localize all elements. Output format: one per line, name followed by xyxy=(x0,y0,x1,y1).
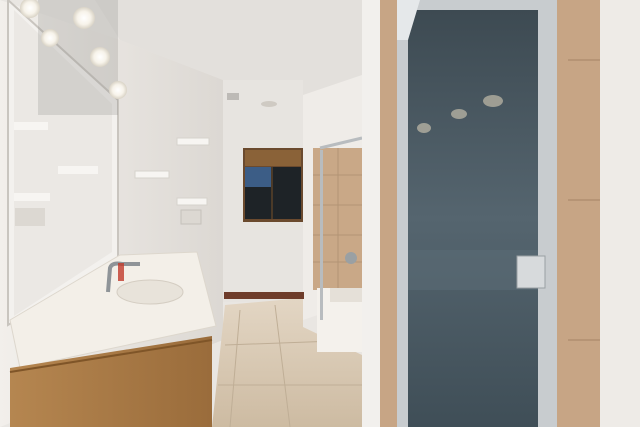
shower-door-handle xyxy=(516,255,546,289)
bathroom-illustration xyxy=(0,0,640,427)
bathroom-photo xyxy=(0,0,640,427)
window-blind xyxy=(245,150,301,166)
sink-basin xyxy=(116,279,184,305)
shower-door-glass xyxy=(408,10,538,427)
wall-shelf xyxy=(134,170,170,179)
outlet xyxy=(180,209,202,225)
wall-shelf xyxy=(176,137,210,146)
wall-shelf xyxy=(176,197,208,206)
